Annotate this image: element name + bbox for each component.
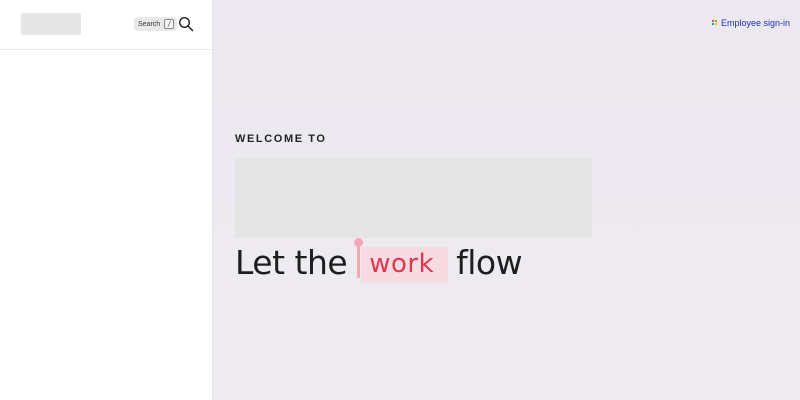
headline-highlight: work [361,247,449,283]
hero-banner-image [235,158,592,238]
headline-suffix: flow [456,242,523,282]
grid-icon [711,20,718,26]
headline-highlight-wrap: work [354,238,449,283]
sidebar: Search / [0,0,213,400]
search-shortcut-key: / [164,19,175,29]
signin-label: Employee sign-in [720,18,790,28]
headline-prefix: Let the [235,242,348,282]
employee-signin-link[interactable]: Employee sign-in [711,18,790,28]
welcome-heading: WELCOME TO [235,133,327,145]
headline: Let the work flow [235,238,523,284]
search-button[interactable]: Search / [134,17,178,31]
search-label: Search [138,20,161,28]
text-cursor-bar [357,243,361,278]
logo[interactable] [21,13,81,35]
search-icon[interactable] [178,16,194,32]
sidebar-header: Search / [0,0,212,50]
main-content: Employee sign-in WELCOME TO Let the work… [213,0,800,400]
